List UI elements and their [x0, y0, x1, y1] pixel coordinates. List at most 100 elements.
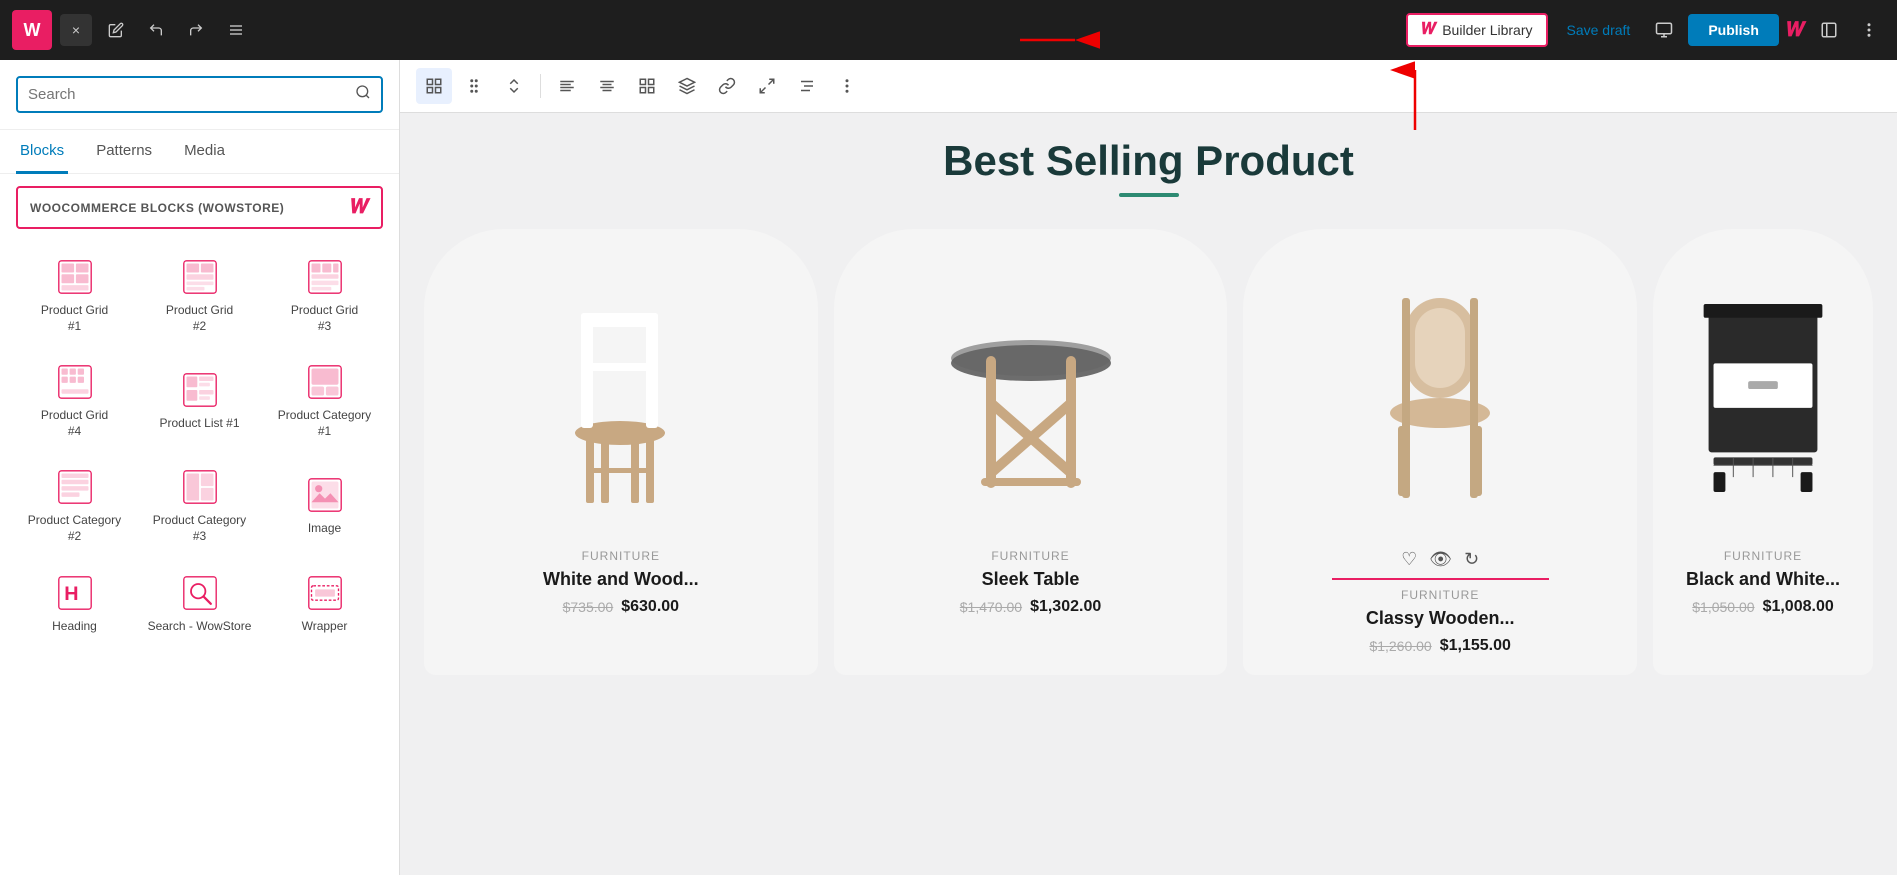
price-sale-3: $1,155.00 [1440, 637, 1511, 655]
search-area [0, 60, 399, 130]
block-label-product-category-1: Product Category #1 [270, 408, 379, 439]
editor-toolbar [400, 60, 1897, 113]
main-layout: Blocks Patterns Media WOOCOMMERCE BLOCKS… [0, 60, 1897, 875]
blocks-grid-row3: Product Category #2 Product Category #3 [16, 455, 383, 552]
block-label-product-category-3: Product Category #3 [145, 513, 254, 544]
toolbar-move-icon[interactable] [496, 68, 532, 104]
blocks-grid-row1: Product Grid#1 Product Grid#2 [16, 245, 383, 342]
section-title: Best Selling Product [424, 137, 1873, 185]
pencil-icon-button[interactable] [100, 14, 132, 46]
product-category-4: FURNITURE [1724, 549, 1802, 563]
woo-icon: 𝑾 [1422, 21, 1437, 39]
toolbar-grid-view[interactable] [629, 68, 665, 104]
tab-blocks[interactable]: Blocks [16, 130, 68, 174]
price-sale-1: $630.00 [621, 598, 679, 616]
app-logo: W [12, 10, 52, 50]
sidebar-toggle-button[interactable] [1813, 14, 1845, 46]
toolbar-align-center[interactable] [589, 68, 625, 104]
block-item-product-grid-1[interactable]: Product Grid#1 [16, 245, 133, 342]
woo-blocks-label: WOOCOMMERCE BLOCKS (WOWSTORE) [30, 201, 284, 215]
product-img-area-1 [440, 253, 802, 533]
product-list-1-icon [180, 370, 220, 410]
price-row-2: $1,470.00 $1,302.00 [960, 598, 1101, 616]
tab-media[interactable]: Media [180, 130, 229, 174]
product-category-3-icon [180, 467, 220, 507]
price-row-4: $1,050.00 $1,008.00 [1692, 598, 1833, 616]
products-row: FURNITURE White and Wood... $735.00 $630… [424, 229, 1873, 675]
image-icon [305, 475, 345, 515]
wishlist-icon[interactable]: ♡ [1401, 549, 1417, 570]
block-item-wrapper[interactable]: Wrapper [266, 561, 383, 643]
toolbar-align-left[interactable] [549, 68, 585, 104]
block-label-image: Image [308, 521, 341, 537]
product-grid-4-icon [55, 362, 95, 402]
toolbar-expand-icon[interactable] [749, 68, 785, 104]
search-button[interactable] [355, 84, 371, 105]
block-item-product-category-3[interactable]: Product Category #3 [141, 455, 258, 552]
toolbar-block-icon[interactable] [416, 68, 452, 104]
block-item-product-list-1[interactable]: Product List #1 [141, 350, 258, 447]
tab-patterns[interactable]: Patterns [92, 130, 156, 174]
product-card-4: FURNITURE Black and White... $1,050.00 $… [1653, 229, 1873, 675]
builder-library-button[interactable]: 𝑾 Builder Library [1406, 13, 1549, 47]
close-button[interactable]: × [60, 14, 92, 46]
menu-icon-button[interactable] [220, 14, 252, 46]
search-input[interactable] [28, 86, 347, 103]
sidebar: Blocks Patterns Media WOOCOMMERCE BLOCKS… [0, 60, 400, 875]
block-item-product-grid-4[interactable]: Product Grid#4 [16, 350, 133, 447]
woo-blocks-header[interactable]: WOOCOMMERCE BLOCKS (WOWSTORE) 𝑾 [16, 186, 383, 229]
toolbar-divider-1 [540, 74, 541, 98]
toolbar-drag-icon[interactable] [456, 68, 492, 104]
product-actions-3: ♡ 👁 ↻ [1332, 549, 1549, 580]
woo-blocks-icon: 𝑾 [351, 196, 369, 219]
product-grid-1-icon [55, 257, 95, 297]
save-draft-button[interactable]: Save draft [1556, 16, 1640, 44]
monitor-icon-button[interactable] [1648, 14, 1680, 46]
block-label-wrapper: Wrapper [302, 619, 348, 635]
block-label-heading: Heading [52, 619, 97, 635]
block-item-product-grid-3[interactable]: Product Grid#3 [266, 245, 383, 342]
publish-button[interactable]: Publish [1688, 14, 1779, 46]
toolbar-settings-icon[interactable] [789, 68, 825, 104]
price-original-1: $735.00 [563, 599, 614, 615]
block-item-product-grid-2[interactable]: Product Grid#2 [141, 245, 258, 342]
block-item-heading[interactable]: H Heading [16, 561, 133, 643]
product-card-2: FURNITURE Sleek Table $1,470.00 $1,302.0… [834, 229, 1228, 675]
product-name-3: Classy Wooden... [1366, 608, 1515, 629]
compare-icon[interactable]: ↻ [1464, 549, 1479, 570]
section-underline [1119, 193, 1179, 197]
svg-text:H: H [64, 583, 78, 605]
product-category-3: FURNITURE [1401, 588, 1479, 602]
content-preview: Best Selling Product [400, 113, 1897, 875]
block-label-product-grid-1: Product Grid#1 [41, 303, 108, 334]
undo-button[interactable] [140, 14, 172, 46]
redo-button[interactable] [180, 14, 212, 46]
quickview-icon[interactable]: 👁 [1429, 549, 1452, 570]
product-category-2-icon [55, 467, 95, 507]
product-name-2: Sleek Table [982, 569, 1080, 590]
toolbar-layers-icon[interactable] [669, 68, 705, 104]
block-item-image[interactable]: Image [266, 455, 383, 552]
product-grid-2-icon [180, 257, 220, 297]
toolbar-more-icon[interactable] [829, 68, 865, 104]
price-original-3: $1,260.00 [1369, 638, 1431, 654]
product-image-nightstand [1669, 273, 1857, 513]
block-item-product-category-2[interactable]: Product Category #2 [16, 455, 133, 552]
price-original-4: $1,050.00 [1692, 599, 1754, 615]
save-draft-label: Save draft [1566, 22, 1630, 38]
price-sale-2: $1,302.00 [1030, 598, 1101, 616]
publish-label: Publish [1708, 22, 1759, 38]
blocks-grid-row2: Product Grid#4 Prod [16, 350, 383, 447]
more-options-button[interactable] [1853, 14, 1885, 46]
product-image-chair-3 [1345, 273, 1535, 513]
toolbar-link-icon[interactable] [709, 68, 745, 104]
product-image-chair-1 [526, 273, 716, 513]
block-item-product-category-1[interactable]: Product Category #1 [266, 350, 383, 447]
block-label-product-list-1: Product List #1 [159, 416, 239, 432]
block-label-search: Search - WowStore [148, 619, 252, 635]
product-category-2: FURNITURE [991, 549, 1069, 563]
main-area: Best Selling Product [400, 60, 1897, 875]
product-name-1: White and Wood... [543, 569, 699, 590]
product-img-area-3 [1259, 253, 1621, 533]
block-item-search[interactable]: Search - WowStore [141, 561, 258, 643]
